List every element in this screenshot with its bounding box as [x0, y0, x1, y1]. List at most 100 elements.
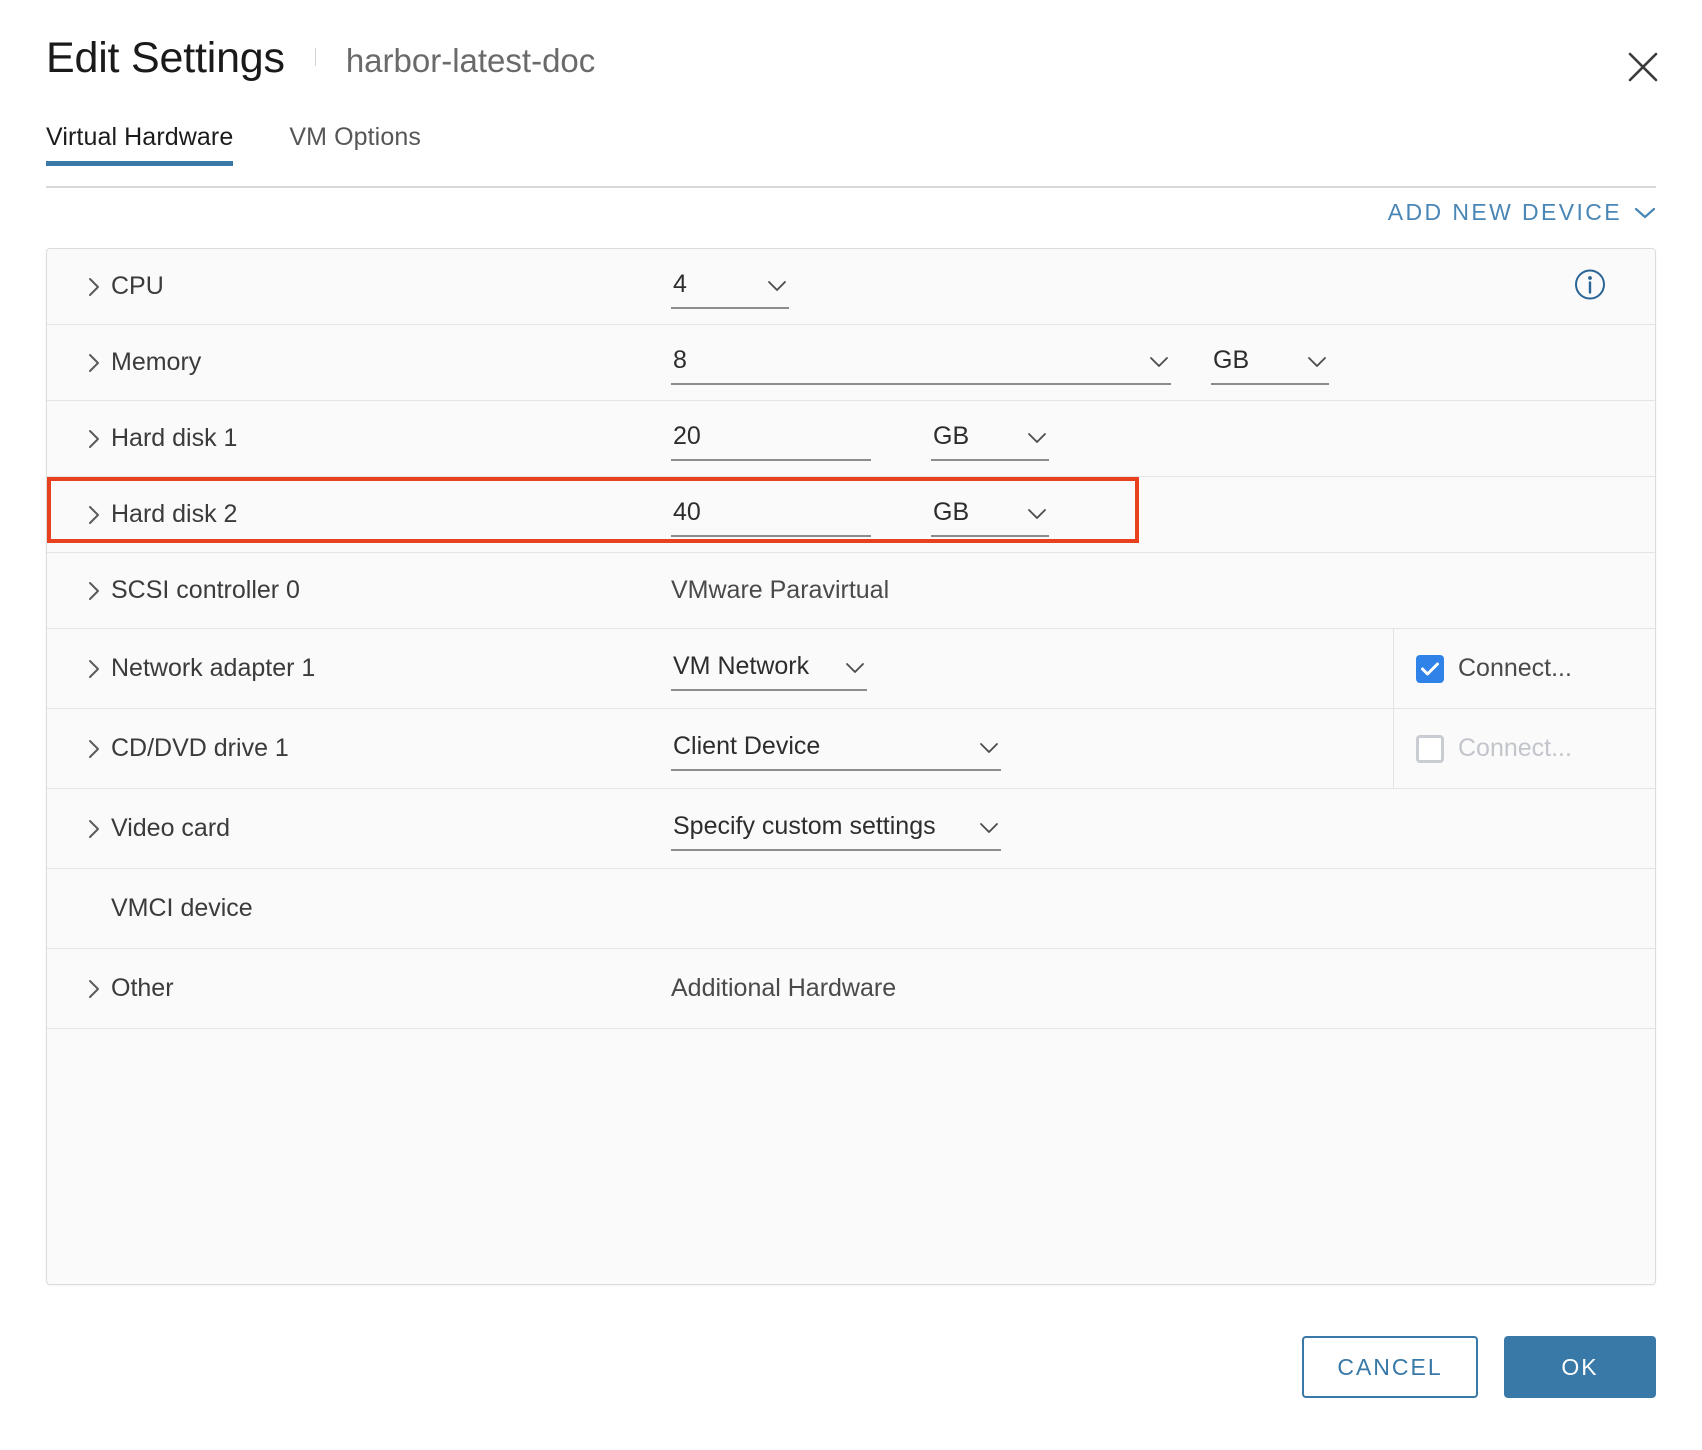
chevron-down-icon [979, 732, 999, 761]
video-card-settings-value: Specify custom settings [673, 812, 936, 840]
device-value-area: 8 GB [671, 341, 1655, 385]
check-icon [1421, 662, 1439, 675]
chevron-down-icon [1307, 346, 1327, 375]
add-new-device-button[interactable]: ADD NEW DEVICE [1388, 190, 1656, 234]
device-row-cd-dvd-drive-1[interactable]: CD/DVD drive 1 Client Device Connect... [47, 709, 1655, 789]
device-label: CPU [111, 272, 164, 300]
expand-toggle-hard-disk-1[interactable] [77, 428, 111, 450]
expand-toggle-cd-dvd-drive-1[interactable] [77, 738, 111, 760]
page-title: Edit Settings [46, 34, 285, 82]
title-divider [314, 48, 316, 66]
chevron-down-icon [1634, 199, 1656, 226]
memory-size-input[interactable]: 8 [671, 341, 1171, 385]
ok-button[interactable]: OK [1504, 1336, 1656, 1398]
tab-vm-options-label: VM Options [289, 123, 421, 151]
tab-bar: Virtual Hardware VM Options [46, 110, 1656, 166]
device-label: Network adapter 1 [111, 654, 316, 682]
cpu-count-value: 4 [673, 270, 687, 298]
expand-toggle-hard-disk-2[interactable] [77, 504, 111, 526]
chevron-down-icon [767, 270, 787, 299]
hard-disk-2-size-value: 40 [673, 498, 701, 526]
chevron-right-icon [89, 739, 99, 758]
device-row-video-card[interactable]: Video card Specify custom settings [47, 789, 1655, 869]
device-row-scsi-controller-0[interactable]: SCSI controller 0 VMware Paravirtual [47, 553, 1655, 629]
device-value-area: 40 GB [671, 493, 1655, 537]
dialog-footer: CANCEL OK [1302, 1336, 1656, 1398]
network-adapter-1-connect-label: Connect... [1458, 654, 1572, 682]
device-label: Other [111, 974, 174, 1002]
cpu-count-select[interactable]: 4 [671, 265, 789, 309]
expand-toggle-memory[interactable] [77, 352, 111, 374]
cd-dvd-drive-1-connect-checkbox[interactable] [1416, 734, 1444, 763]
cd-dvd-drive-1-device-value: Client Device [673, 732, 821, 760]
close-dialog-button[interactable] [1620, 44, 1666, 90]
device-label: Hard disk 2 [111, 500, 238, 528]
toolbar: ADD NEW DEVICE [46, 190, 1656, 234]
network-adapter-1-network-select[interactable]: VM Network [671, 647, 867, 691]
hard-disk-1-unit-select[interactable]: GB [931, 417, 1049, 461]
device-row-hard-disk-2[interactable]: Hard disk 2 40 GB [47, 477, 1655, 553]
chevron-right-icon [89, 659, 99, 678]
close-icon [1626, 50, 1660, 84]
tab-virtual-hardware-label: Virtual Hardware [46, 123, 234, 151]
device-label: Memory [111, 348, 202, 376]
chevron-right-icon [89, 581, 99, 600]
device-label: VMCI device [111, 894, 253, 922]
chevron-right-icon [89, 819, 99, 838]
memory-unit-select[interactable]: GB [1211, 341, 1329, 385]
device-row-other[interactable]: Other Additional Hardware [47, 949, 1655, 1029]
device-row-network-adapter-1[interactable]: Network adapter 1 VM Network Connect... [47, 629, 1655, 709]
expand-toggle-other[interactable] [77, 978, 111, 1000]
chevron-down-icon [979, 812, 999, 841]
device-value-area: 4 [671, 265, 1655, 309]
network-adapter-1-connect-checkbox[interactable] [1416, 654, 1444, 683]
tab-virtual-hardware[interactable]: Virtual Hardware [46, 123, 234, 166]
chevron-right-icon [89, 505, 99, 524]
expand-toggle-video-card[interactable] [77, 818, 111, 840]
hard-disk-2-unit-value: GB [933, 498, 970, 526]
cd-dvd-drive-1-connect-cell: Connect... [1393, 709, 1655, 788]
device-list-panel: CPU 4 Memory 8 GB Hard disk 1 20 GB Hard… [46, 248, 1656, 1285]
vm-name-label: harbor-latest-doc [345, 42, 596, 79]
device-row-memory[interactable]: Memory 8 GB [47, 325, 1655, 401]
chevron-down-icon [1027, 422, 1047, 451]
chevron-down-icon [1027, 498, 1047, 527]
network-adapter-1-connect-cell: Connect... [1393, 629, 1655, 708]
hard-disk-1-size-value: 20 [673, 422, 701, 450]
edit-settings-dialog: Edit Settings harbor-latest-doc Virtual … [0, 0, 1702, 1450]
hard-disk-1-unit-value: GB [933, 422, 970, 450]
network-adapter-1-network-value: VM Network [673, 652, 810, 680]
hard-disk-2-unit-select[interactable]: GB [931, 493, 1049, 537]
video-card-settings-select[interactable]: Specify custom settings [671, 807, 1001, 851]
device-label: CD/DVD drive 1 [111, 734, 289, 762]
chevron-down-icon [845, 652, 865, 681]
device-row-cpu[interactable]: CPU 4 [47, 249, 1655, 325]
cancel-button-label: CANCEL [1337, 1353, 1443, 1380]
cpu-info-button[interactable] [1573, 267, 1607, 306]
add-new-device-label: ADD NEW DEVICE [1387, 198, 1622, 225]
hard-disk-1-size-input[interactable]: 20 [671, 417, 871, 461]
device-value-area: Specify custom settings [671, 807, 1655, 851]
expand-toggle-cpu[interactable] [77, 276, 111, 298]
cd-dvd-drive-1-device-select[interactable]: Client Device [671, 727, 1001, 771]
dialog-header: Edit Settings harbor-latest-doc [46, 0, 1656, 82]
device-row-vmci-device: VMCI device [47, 869, 1655, 949]
chevron-right-icon [89, 429, 99, 448]
memory-size-value: 8 [673, 346, 687, 374]
chevron-right-icon [89, 277, 99, 296]
tab-vm-options[interactable]: VM Options [289, 123, 421, 166]
device-label: Hard disk 1 [111, 424, 238, 452]
device-value-area: 20 GB [671, 417, 1655, 461]
device-row-hard-disk-1[interactable]: Hard disk 1 20 GB [47, 401, 1655, 477]
device-label: SCSI controller 0 [111, 576, 300, 604]
expand-toggle-scsi-controller-0[interactable] [77, 580, 111, 602]
other-hardware-value: Additional Hardware [671, 974, 897, 1002]
expand-toggle-network-adapter-1[interactable] [77, 658, 111, 680]
hard-disk-2-size-input[interactable]: 40 [671, 493, 871, 537]
chevron-right-icon [89, 353, 99, 372]
chevron-right-icon [89, 979, 99, 998]
cd-dvd-drive-1-connect-label: Connect... [1458, 734, 1572, 762]
cancel-button[interactable]: CANCEL [1302, 1336, 1478, 1398]
ok-button-label: OK [1561, 1353, 1599, 1380]
device-label: Video card [111, 814, 231, 842]
